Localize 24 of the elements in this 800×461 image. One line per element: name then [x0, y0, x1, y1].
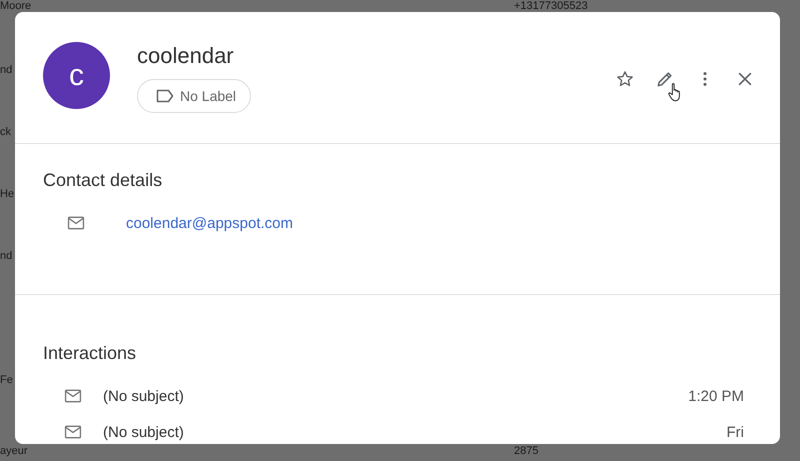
email-subject[interactable]: (No subject) [103, 424, 184, 440]
contact-name: coolendar [137, 42, 235, 70]
email-time: 1:20 PM [688, 388, 744, 404]
label-chip[interactable]: No Label [137, 79, 252, 113]
table-cell: +13177305523 [514, 0, 588, 12]
contact-name: nd [0, 250, 12, 262]
mail-icon [64, 389, 82, 403]
section-title: Interactions [43, 343, 138, 364]
avatar: c [43, 42, 110, 109]
hand-cursor-icon [668, 82, 682, 102]
mail-icon [64, 425, 82, 439]
contact-name: Moore [0, 0, 32, 12]
contact-name: Fe [0, 374, 13, 386]
contact-name: ck [0, 126, 11, 138]
label-icon [156, 89, 174, 103]
email-link[interactable]: coolendar@appspot.com [126, 214, 293, 232]
contact-name: ayeur [0, 445, 28, 457]
table-cell: 2875 [514, 445, 538, 457]
section-title: Contact details [43, 170, 164, 191]
mail-icon [67, 216, 85, 230]
email-subject[interactable]: (No subject) [103, 388, 184, 404]
email-time: Fri [726, 424, 744, 440]
contact-name: nd [0, 64, 12, 76]
contact-name: He [0, 188, 14, 200]
